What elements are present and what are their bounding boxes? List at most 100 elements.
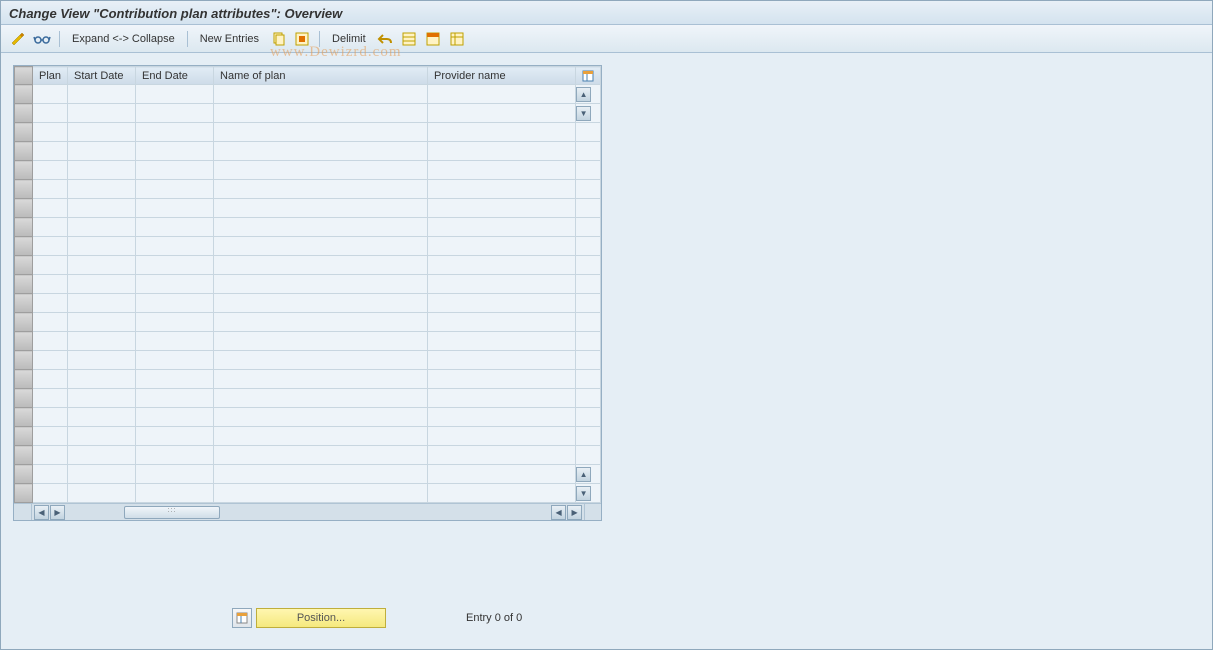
grid-cell[interactable] — [68, 389, 136, 408]
grid-cell[interactable] — [33, 313, 68, 332]
row-selector[interactable] — [15, 104, 33, 123]
grid-cell[interactable] — [214, 104, 428, 123]
grid-cell[interactable] — [428, 446, 576, 465]
v-scroll-cell[interactable]: ▼ — [576, 104, 601, 123]
grid-cell[interactable] — [136, 427, 214, 446]
v-scroll-cell[interactable]: ▲ — [576, 85, 601, 104]
grid-cell[interactable] — [214, 484, 428, 503]
grid-cell[interactable] — [214, 218, 428, 237]
expand-collapse-button[interactable]: Expand <-> Collapse — [72, 33, 175, 45]
table-icon-2[interactable] — [424, 30, 442, 48]
grid-cell[interactable] — [68, 199, 136, 218]
row-selector[interactable] — [15, 161, 33, 180]
grid-cell[interactable] — [68, 104, 136, 123]
col-header-name-of-plan[interactable]: Name of plan — [214, 67, 428, 85]
row-selector[interactable] — [15, 465, 33, 484]
grid-cell[interactable] — [136, 332, 214, 351]
grid-cell[interactable] — [428, 370, 576, 389]
undo-icon[interactable] — [376, 30, 394, 48]
row-selector[interactable] — [15, 85, 33, 104]
grid-cell[interactable] — [428, 294, 576, 313]
grid-cell[interactable] — [428, 142, 576, 161]
scroll-left[interactable]: ▶ — [50, 505, 65, 520]
row-selector[interactable] — [15, 218, 33, 237]
grid-cell[interactable] — [33, 370, 68, 389]
row-selector[interactable] — [15, 237, 33, 256]
grid-cell[interactable] — [33, 351, 68, 370]
table-config-button[interactable] — [576, 67, 601, 85]
grid-cell[interactable] — [214, 408, 428, 427]
grid-cell[interactable] — [214, 465, 428, 484]
v-scroll-cell[interactable] — [576, 313, 601, 332]
v-scroll-cell[interactable] — [576, 180, 601, 199]
col-header-start-date[interactable]: Start Date — [68, 67, 136, 85]
row-selector[interactable] — [15, 408, 33, 427]
grid-cell[interactable] — [214, 370, 428, 389]
grid-cell[interactable] — [136, 123, 214, 142]
grid-cell[interactable] — [214, 389, 428, 408]
grid-cell[interactable] — [33, 446, 68, 465]
grid-cell[interactable] — [136, 237, 214, 256]
grid-cell[interactable] — [68, 427, 136, 446]
glasses-icon[interactable] — [33, 30, 51, 48]
new-entries-button[interactable]: New Entries — [200, 33, 259, 45]
v-scroll-cell[interactable] — [576, 389, 601, 408]
table-icon-1[interactable] — [400, 30, 418, 48]
grid-cell[interactable] — [33, 408, 68, 427]
grid-cell[interactable] — [214, 256, 428, 275]
grid-cell[interactable] — [68, 370, 136, 389]
grid-cell[interactable] — [214, 294, 428, 313]
grid-cell[interactable] — [33, 218, 68, 237]
v-scroll-cell[interactable] — [576, 446, 601, 465]
grid-cell[interactable] — [214, 237, 428, 256]
grid-cell[interactable] — [428, 427, 576, 446]
delimit-button[interactable]: Delimit — [332, 33, 366, 45]
row-selector[interactable] — [15, 484, 33, 503]
grid-cell[interactable] — [136, 408, 214, 427]
grid-cell[interactable] — [136, 351, 214, 370]
grid-cell[interactable] — [214, 180, 428, 199]
row-selector[interactable] — [15, 446, 33, 465]
grid-cell[interactable] — [428, 332, 576, 351]
v-scroll-cell[interactable] — [576, 123, 601, 142]
position-icon-button[interactable] — [232, 608, 252, 628]
grid-cell[interactable] — [68, 294, 136, 313]
grid-cell[interactable] — [33, 465, 68, 484]
grid-cell[interactable] — [136, 180, 214, 199]
grid-cell[interactable] — [68, 275, 136, 294]
grid-cell[interactable] — [428, 199, 576, 218]
v-scroll-cell[interactable] — [576, 294, 601, 313]
scroll-up-bottom[interactable]: ▲ — [576, 467, 591, 482]
grid-cell[interactable] — [428, 313, 576, 332]
scroll-left-start[interactable]: ◀ — [34, 505, 49, 520]
select-all-icon[interactable] — [293, 30, 311, 48]
grid-cell[interactable] — [68, 180, 136, 199]
row-selector[interactable] — [15, 180, 33, 199]
grid-cell[interactable] — [428, 237, 576, 256]
grid-cell[interactable] — [136, 389, 214, 408]
table-icon-3[interactable] — [448, 30, 466, 48]
grid-cell[interactable] — [428, 104, 576, 123]
grid-cell[interactable] — [33, 389, 68, 408]
v-scroll-cell[interactable] — [576, 237, 601, 256]
grid-cell[interactable] — [33, 161, 68, 180]
row-selector[interactable] — [15, 389, 33, 408]
grid-cell[interactable] — [33, 427, 68, 446]
grid-cell[interactable] — [136, 218, 214, 237]
select-all-rows[interactable] — [15, 67, 33, 85]
scroll-right[interactable]: ◀ — [551, 505, 566, 520]
grid-cell[interactable] — [68, 351, 136, 370]
grid-cell[interactable] — [33, 104, 68, 123]
grid-cell[interactable] — [214, 446, 428, 465]
grid-cell[interactable] — [428, 180, 576, 199]
row-selector[interactable] — [15, 370, 33, 389]
position-button[interactable]: Position... — [256, 608, 386, 628]
grid-cell[interactable] — [428, 275, 576, 294]
grid-cell[interactable] — [214, 351, 428, 370]
grid-cell[interactable] — [68, 446, 136, 465]
grid-cell[interactable] — [428, 123, 576, 142]
scroll-down[interactable]: ▼ — [576, 486, 591, 501]
grid-cell[interactable] — [136, 161, 214, 180]
scroll-right-end[interactable]: ▶ — [567, 505, 582, 520]
grid-cell[interactable] — [136, 256, 214, 275]
